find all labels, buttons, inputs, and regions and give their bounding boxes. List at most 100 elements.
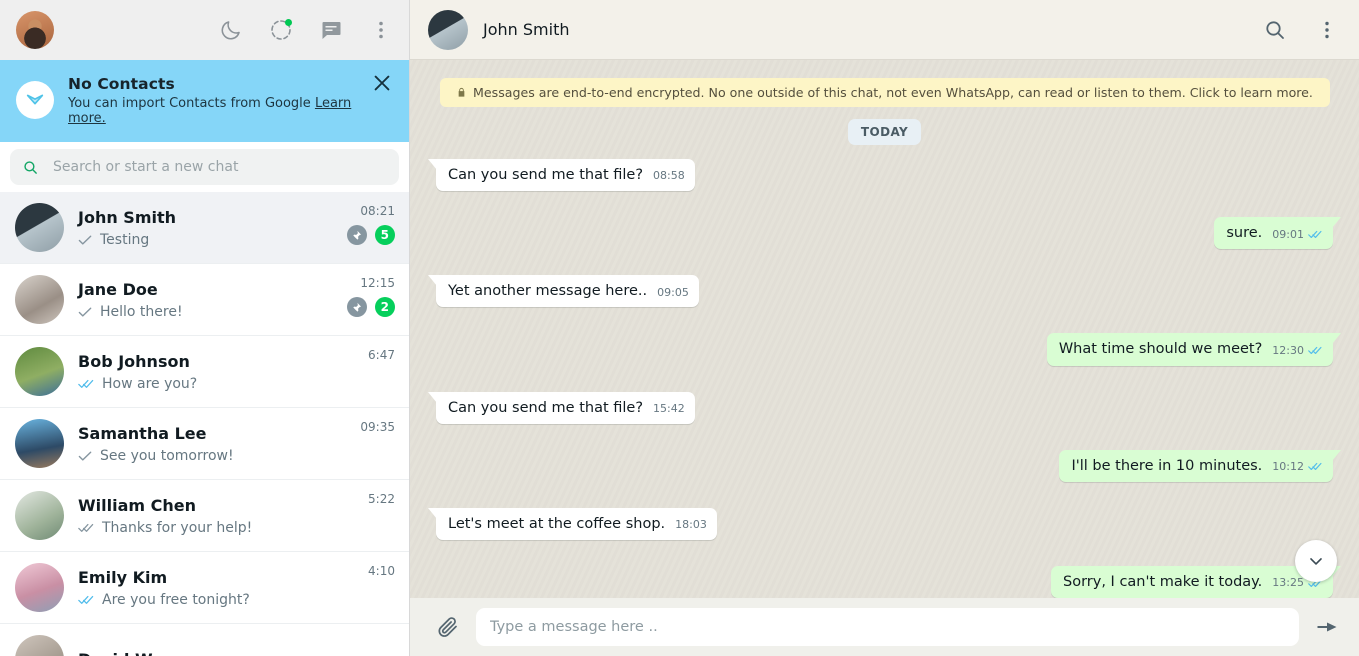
chat-item-main: William Chen Thanks for your help! <box>78 496 354 536</box>
status-unread-dot <box>285 19 292 26</box>
chat-time: 08:21 <box>360 204 395 218</box>
message-time: 12:30 <box>1272 343 1304 357</box>
chat-meta: 2 <box>346 297 395 317</box>
message-row: Sorry, I can't make it today. 13:25 <box>436 565 1341 598</box>
chat-item-right: 6:47 <box>368 336 395 407</box>
message-time: 13:25 <box>1272 576 1304 590</box>
message-row: I'll be there in 10 minutes. 10:12 <box>436 449 1341 482</box>
banner-text: No Contacts You can import Contacts from… <box>68 75 393 126</box>
message-time: 09:05 <box>657 285 689 299</box>
chat-preview-text: Hello there! <box>100 303 183 320</box>
day-label: TODAY <box>847 119 922 145</box>
contact-name: John Smith <box>483 20 570 39</box>
chat-preview: Thanks for your help! <box>78 520 354 536</box>
chat-preview-text: Testing <box>100 231 150 248</box>
chat-list-item-john-smith[interactable]: John Smith Testing 08:21 5 <box>0 192 409 264</box>
messages-area[interactable]: Messages are end-to-end encrypted. No on… <box>410 60 1359 598</box>
message-time: 09:01 <box>1272 227 1304 241</box>
message-text: Can you send me that file? <box>448 167 644 183</box>
chat-preview-text: Thanks for your help! <box>102 519 253 536</box>
new-chat-icon[interactable] <box>319 18 343 42</box>
message-meta: 09:05 <box>657 286 689 301</box>
encryption-notice[interactable]: Messages are end-to-end encrypted. No on… <box>439 78 1330 107</box>
check-double-blue-icon <box>78 379 94 388</box>
menu-icon[interactable] <box>1315 18 1339 42</box>
chat-item-right: 08:21 5 <box>346 192 395 263</box>
chevron-down-icon <box>1310 558 1322 565</box>
chat-time: 4:10 <box>368 564 395 578</box>
message-bubble-outgoing[interactable]: sure. 09:01 <box>1214 217 1341 250</box>
chat-list-item-jane-doe[interactable]: Jane Doe Hello there! 12:15 2 <box>0 264 409 336</box>
chat-list-item-bob-johnson[interactable]: Bob Johnson How are you? 6:47 <box>0 336 409 408</box>
dark-mode-icon[interactable] <box>219 18 243 42</box>
message-bubble-incoming[interactable]: Can you send me that file? 15:42 <box>428 391 695 424</box>
lock-icon <box>458 87 465 97</box>
pin-icon <box>346 225 367 245</box>
message-bubble-outgoing[interactable]: Sorry, I can't make it today. 13:25 <box>1051 565 1341 598</box>
chat-time: 09:35 <box>360 420 395 434</box>
check-single-icon <box>78 235 92 245</box>
unread-badge: 5 <box>374 225 395 245</box>
message-text: Can you send me that file? <box>448 399 644 416</box>
search-bar <box>0 142 409 192</box>
search-icon[interactable] <box>1263 18 1287 42</box>
no-contacts-banner: No Contacts You can import Contacts from… <box>0 60 409 142</box>
avatar <box>15 491 64 540</box>
chat-list-item-emily-kim[interactable]: Emily Kim Are you free tonight? 4:10 <box>0 552 409 624</box>
send-icon[interactable] <box>1315 615 1339 639</box>
message-meta: 10:12 <box>1272 460 1323 475</box>
sidebar: No Contacts You can import Contacts from… <box>0 0 410 656</box>
message-time: 08:58 <box>653 169 685 183</box>
status-icon[interactable] <box>269 18 293 42</box>
message-bubble-incoming[interactable]: Yet another message here.. 09:05 <box>428 275 699 308</box>
unread-badge: 2 <box>374 297 395 317</box>
check-double-blue-icon <box>1308 463 1322 471</box>
check-double-blue-icon <box>78 595 94 604</box>
message-row: Yet another message here.. 09:05 <box>428 275 1333 308</box>
profile-avatar[interactable] <box>16 11 54 49</box>
chat-list-item-william-chen[interactable]: William Chen Thanks for your help! 5:22 <box>0 480 409 552</box>
message-meta: 18:03 <box>675 518 707 533</box>
message-bubble-incoming[interactable]: Can you send me that file? 08:58 <box>428 159 695 192</box>
menu-icon[interactable] <box>369 18 393 42</box>
search-icon <box>24 160 37 174</box>
message-text: I'll be there in 10 minutes. <box>1071 457 1263 474</box>
chat-name: David W <box>78 650 395 656</box>
chat-meta: 5 <box>346 225 395 245</box>
message-row: sure. 09:01 <box>436 217 1341 250</box>
message-text: Yet another message here.. <box>448 283 648 300</box>
chat-header: John Smith <box>410 0 1359 60</box>
contact-avatar[interactable] <box>428 9 468 50</box>
avatar <box>15 563 64 612</box>
chat-item-main: John Smith Testing <box>78 208 333 248</box>
message-bubble-outgoing[interactable]: What time should we meet? 12:30 <box>1046 333 1342 366</box>
chat-time: 12:15 <box>360 276 395 290</box>
close-icon[interactable] <box>371 72 393 94</box>
banner-subtitle: You can import Contacts from Google Lear… <box>68 96 393 126</box>
message-input[interactable] <box>490 619 1285 635</box>
search-box[interactable] <box>10 149 399 185</box>
sidebar-icon-group <box>219 18 393 42</box>
message-text: What time should we meet? <box>1058 341 1263 358</box>
message-bubble-outgoing[interactable]: I'll be there in 10 minutes. 10:12 <box>1059 449 1341 482</box>
search-input[interactable] <box>53 159 387 175</box>
chat-list[interactable]: John Smith Testing 08:21 5 Jane Doe Hell… <box>0 192 409 656</box>
chat-list-item-samantha-lee[interactable]: Samantha Lee See you tomorrow! 09:35 <box>0 408 409 480</box>
chat-preview-text: How are you? <box>102 375 198 392</box>
scroll-to-bottom-button[interactable] <box>1295 540 1337 582</box>
message-meta: 15:42 <box>653 402 685 417</box>
message-time: 18:03 <box>675 518 707 532</box>
message-bubble-incoming[interactable]: Let's meet at the coffee shop. 18:03 <box>428 507 717 540</box>
check-single-icon <box>78 307 92 317</box>
message-row: Can you send me that file? 08:58 <box>428 159 1333 192</box>
chat-preview-text: See you tomorrow! <box>100 447 234 464</box>
chat-pane: John Smith Messages are end-to-end encry… <box>410 0 1359 656</box>
message-input-container[interactable] <box>476 608 1299 646</box>
chat-preview: Are you free tonight? <box>78 592 354 608</box>
chat-list-item-david-w[interactable]: David W <box>0 624 409 656</box>
avatar <box>15 419 64 468</box>
chat-name: Jane Doe <box>78 279 158 299</box>
chat-item-main: David W <box>78 650 395 656</box>
paperclip-icon[interactable] <box>436 615 460 639</box>
banner-subtitle-text: You can import Contacts from Google <box>68 95 311 111</box>
